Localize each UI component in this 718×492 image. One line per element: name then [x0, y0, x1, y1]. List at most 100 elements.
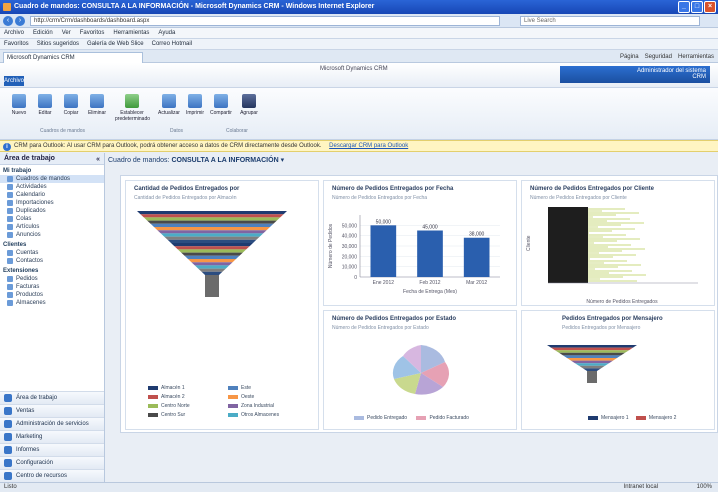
funnel-band[interactable]	[177, 249, 247, 253]
minimize-button[interactable]: _	[678, 1, 690, 13]
workspace-marketing[interactable]: Marketing	[0, 430, 104, 443]
set-default-button[interactable]: Establecer predeterminado	[115, 94, 150, 122]
workspace-settings[interactable]: Configuración	[0, 456, 104, 469]
workspace-sales[interactable]: Ventas	[0, 404, 104, 417]
chart-subtitle[interactable]: Pedidos Entregados por Mensajero	[562, 325, 640, 331]
funnel-band[interactable]	[559, 352, 625, 356]
menu-favoritos[interactable]: Favoritos	[80, 28, 105, 38]
funnel-band[interactable]	[579, 365, 605, 369]
maximize-button[interactable]: □	[691, 1, 703, 13]
funnel-band[interactable]	[147, 220, 277, 224]
funnel-band[interactable]	[555, 350, 629, 353]
menu-archivo[interactable]: Archivo	[4, 28, 24, 38]
hotmail-link[interactable]: Correo Hotmail	[152, 39, 192, 49]
funnel-band[interactable]	[167, 239, 257, 243]
new-button[interactable]: Nuevo	[6, 94, 32, 116]
sidebar-item-orders[interactable]: Pedidos	[0, 275, 104, 283]
sidebar-item-dashboards[interactable]: Cuadros de mandos	[0, 175, 104, 183]
sidebar-item-queues[interactable]: Colas	[0, 215, 104, 223]
favorites-link[interactable]: Favoritos	[4, 39, 29, 49]
funnel-band[interactable]	[575, 363, 609, 366]
funnel-band[interactable]	[547, 345, 637, 348]
sidebar-item-duplicates[interactable]: Duplicados	[0, 207, 104, 215]
funnel-band[interactable]	[191, 262, 233, 266]
funnel-band[interactable]	[563, 355, 621, 358]
print-button[interactable]: Imprimir	[182, 94, 208, 116]
sidebar-item-warehouses[interactable]: Almacenes	[0, 299, 104, 307]
menu-ver[interactable]: Ver	[62, 28, 71, 38]
dashboard-selector[interactable]: Cuadro de mandos: CONSULTA A LA INFORMAC…	[108, 155, 718, 167]
workspace-reports[interactable]: Informes	[0, 443, 104, 456]
refresh-button[interactable]: Actualizar	[156, 94, 182, 116]
delete-button[interactable]: Eliminar	[84, 94, 110, 116]
funnel-band[interactable]	[143, 217, 281, 221]
suggested-sites-link[interactable]: Sitios sugeridos	[37, 39, 79, 49]
funnel-band[interactable]	[181, 252, 243, 256]
sidebar-item-imports[interactable]: Importaciones	[0, 199, 104, 207]
menu-herramientas[interactable]: Herramientas	[113, 28, 149, 38]
back-icon[interactable]: ‹	[3, 16, 13, 26]
data-label: 50,000	[376, 219, 392, 225]
bar[interactable]	[370, 225, 397, 277]
zoom-level[interactable]: 100%	[697, 483, 712, 492]
browser-tab[interactable]: Microsoft Dynamics CRM	[3, 52, 143, 63]
bar[interactable]	[417, 230, 443, 278]
chevron-down-icon[interactable]: ▾	[281, 157, 285, 164]
collapse-icon[interactable]: «	[96, 154, 100, 166]
menu-bar: Archivo Edición Ver Favoritos Herramient…	[0, 28, 718, 39]
sidebar-item-articles[interactable]: Artículos	[0, 223, 104, 231]
workspace-resource-center[interactable]: Centro de recursos	[0, 469, 104, 482]
safety-menu[interactable]: Seguridad	[645, 52, 672, 62]
funnel-band[interactable]	[198, 268, 226, 272]
sidebar-item-announcements[interactable]: Anuncios	[0, 231, 104, 239]
share-button[interactable]: Compartir	[208, 94, 234, 116]
menu-edicion[interactable]: Edición	[33, 28, 53, 38]
web-slice-link[interactable]: Galería de Web Slice	[87, 39, 144, 49]
funnel-band[interactable]	[201, 271, 223, 275]
group-button[interactable]: Agrupar	[236, 94, 262, 116]
funnel-band[interactable]	[174, 246, 250, 250]
sidebar-section-customers[interactable]: Clientes	[0, 239, 104, 249]
sidebar-section-extensions[interactable]: Extensiones	[0, 265, 104, 275]
copy-button[interactable]: Copiar	[58, 94, 84, 116]
funnel-band[interactable]	[188, 259, 236, 263]
sidebar-section-mywork[interactable]: Mi trabajo	[0, 165, 104, 175]
sidebar-item-accounts[interactable]: Cuentas	[0, 249, 104, 257]
workplace-icon	[4, 394, 12, 402]
page-menu[interactable]: Página	[620, 52, 639, 62]
tools-menu[interactable]: Herramientas	[678, 52, 714, 62]
crm-file-tab[interactable]: Archivo	[4, 76, 24, 86]
sidebar-item-contacts[interactable]: Contactos	[0, 257, 104, 265]
funnel-band[interactable]	[571, 360, 613, 364]
funnel-band[interactable]	[160, 233, 264, 237]
sidebar-item-invoices[interactable]: Facturas	[0, 283, 104, 291]
funnel-band[interactable]	[154, 227, 270, 231]
funnel-band[interactable]	[171, 243, 253, 247]
sidebar-item-activities[interactable]: Actividades	[0, 183, 104, 191]
url-input[interactable]: http://crm/Crm/dashboards/dashboard.aspx	[30, 16, 500, 26]
sidebar-item-products[interactable]: Productos	[0, 291, 104, 299]
menu-ayuda[interactable]: Ayuda	[158, 28, 175, 38]
sidebar-item-calendar[interactable]: Calendario	[0, 191, 104, 199]
workspace-workplace[interactable]: Área de trabajo	[0, 391, 104, 404]
funnel-band[interactable]	[583, 368, 601, 371]
funnel-band[interactable]	[157, 230, 267, 234]
funnel-band[interactable]	[184, 255, 240, 259]
funnel-band[interactable]	[567, 358, 617, 361]
funnel-band[interactable]	[140, 214, 284, 218]
funnel-band[interactable]	[164, 236, 260, 240]
bar[interactable]	[463, 237, 490, 277]
funnel-band[interactable]	[137, 211, 287, 215]
funnel-band[interactable]	[150, 223, 274, 227]
search-input[interactable]: Live Search	[520, 16, 700, 26]
edit-button[interactable]: Editar	[32, 94, 58, 116]
download-outlook-link[interactable]: Descargar CRM para Outlook	[329, 143, 408, 149]
chart-subtitle[interactable]: Cantidad de Pedidos Entregados por Almac…	[134, 195, 237, 201]
chart-subtitle[interactable]: Número de Pedidos Entregados por Estado	[332, 325, 429, 331]
workspace-service[interactable]: Administración de servicios	[0, 417, 104, 430]
funnel-band[interactable]	[551, 347, 633, 351]
share-icon	[214, 94, 228, 108]
close-button[interactable]: ×	[704, 1, 716, 13]
funnel-band[interactable]	[194, 265, 230, 269]
forward-icon[interactable]: ›	[15, 16, 25, 26]
